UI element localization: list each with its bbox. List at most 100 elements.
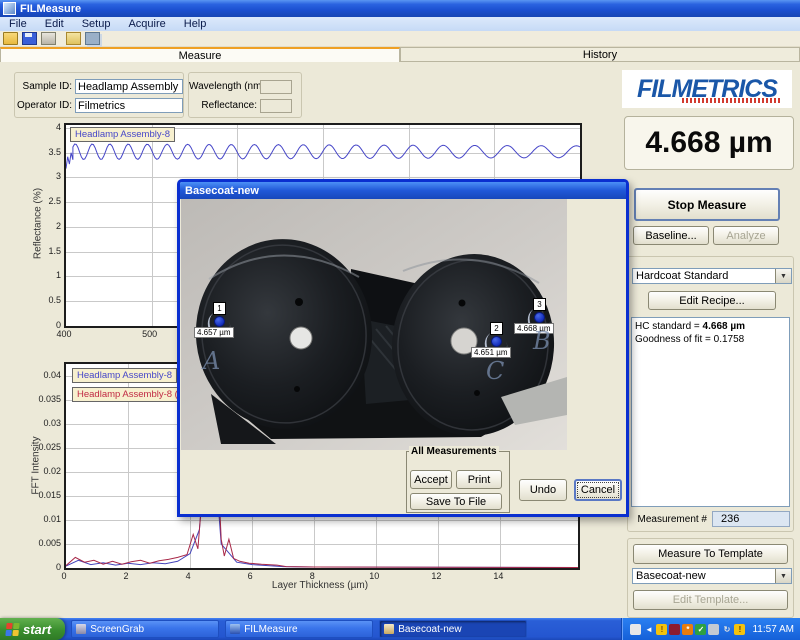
window-titlebar[interactable]: FILMeasure (0, 0, 800, 17)
all-measurements-label: All Measurements (409, 446, 499, 457)
tab-strip: Measure History (0, 47, 800, 62)
template-dropdown-arrow-icon[interactable]: ▼ (775, 569, 791, 583)
taskbar-item-screengrab[interactable]: ScreenGrab (71, 620, 219, 638)
windows-flag-icon (5, 623, 19, 636)
operator-id-input[interactable] (75, 98, 183, 113)
edit-recipe-button[interactable]: Edit Recipe... (648, 291, 776, 310)
sample-photo: 14.657 µm24.651 µm34.668 µmACB (181, 199, 567, 450)
measure-to-template-button[interactable]: Measure To Template (633, 544, 788, 564)
marker-pin-icon (491, 336, 502, 347)
tab-measure[interactable]: Measure (0, 47, 400, 62)
chevron-left-icon[interactable]: ◄ (643, 624, 654, 635)
thickness-readout: 4.668 µm (624, 116, 794, 170)
menu-file[interactable]: File (0, 18, 36, 30)
wavelength-field (260, 80, 292, 94)
operator-id-label: Operator ID: (17, 100, 75, 111)
open-icon[interactable] (3, 32, 18, 45)
baseline-button[interactable]: Baseline... (633, 226, 709, 245)
taskbar-item-basecoat-new[interactable]: Basecoat-new (379, 620, 527, 638)
template-dropdown[interactable]: Basecoat-new ▼ (632, 568, 792, 584)
fft-legend-calculated: Headlamp Assembly-8 (C (72, 387, 186, 402)
y-axis-tick-label: 0.005 (25, 538, 61, 548)
print-button[interactable]: Print (456, 470, 502, 489)
sample-id-label: Sample ID: (17, 81, 75, 92)
menu-setup[interactable]: Setup (73, 18, 120, 30)
y-axis-tick-label: 3.5 (25, 147, 61, 157)
recorder-icon[interactable] (669, 624, 680, 635)
window-title: FILMeasure (20, 3, 81, 15)
recipe-dropdown[interactable]: Hardcoat Standard ▼ (632, 268, 792, 284)
y-axis-tick-label: 0.015 (25, 490, 61, 500)
x-axis-tick-label: 0 (49, 571, 79, 581)
x-axis-tick-label: 2 (111, 571, 141, 581)
y-axis-tick-label: 0.04 (25, 370, 61, 380)
print-icon[interactable] (41, 32, 56, 45)
filmetrics-logo: FILMETRICS (622, 70, 792, 108)
x-axis-tick-label: 12 (421, 571, 451, 581)
y-axis-tick-label: 2 (25, 221, 61, 231)
dialog-body: 14.657 µm24.651 µm34.668 µmACB All Measu… (180, 199, 626, 514)
start-button[interactable]: start (0, 618, 65, 640)
system-tray: ◄! *✓ ↻! 11:57 AM (621, 618, 800, 640)
x-axis-tick-label: 8 (297, 571, 327, 581)
marker-pin-icon (214, 316, 225, 327)
marker-number: 1 (213, 302, 226, 315)
dialog-titlebar[interactable]: Basecoat-new (180, 182, 626, 199)
menu-edit[interactable]: Edit (36, 18, 73, 30)
taskbar-clock[interactable]: 11:57 AM (752, 624, 794, 635)
messenger-icon[interactable] (708, 624, 719, 635)
y-axis-tick-label: 1.5 (25, 246, 61, 256)
sync-icon[interactable]: ↻ (721, 624, 732, 635)
photo-handwritten-letter: A (203, 347, 220, 375)
y-axis-tick-label: 0.03 (25, 418, 61, 428)
save-icon[interactable] (22, 32, 37, 45)
logo-hatch-decoration (682, 98, 782, 103)
y-axis-tick-label: 4 (25, 122, 61, 132)
photo-handwritten-letter: B (533, 327, 551, 355)
y-axis-tick-label: 0.035 (25, 394, 61, 404)
sample-id-input[interactable] (75, 79, 183, 94)
x-axis-tick-label: 6 (235, 571, 265, 581)
cancel-button[interactable]: Cancel (574, 479, 622, 501)
basecoat-window-icon (384, 624, 394, 634)
recipe-dropdown-arrow-icon[interactable]: ▼ (775, 269, 791, 283)
y-axis-tick-label: 3 (25, 171, 61, 181)
update-icon[interactable]: * (682, 624, 693, 635)
accept-button[interactable]: Accept (410, 470, 452, 489)
marker-thickness-label: 4.657 µm (194, 327, 234, 338)
result-thickness-value: 4.668 µm (703, 321, 745, 332)
analyze-button[interactable]: Analyze (713, 226, 779, 245)
screen: FILMeasure File Edit Setup Acquire Help … (0, 0, 800, 640)
menu-acquire[interactable]: Acquire (119, 18, 174, 30)
report-icon[interactable] (66, 32, 81, 45)
live-readout-group: Wavelength (nm): Reflectance: (188, 72, 302, 118)
keyboard-layout-icon[interactable] (630, 624, 641, 635)
sample-info-group: Sample ID: Operator ID: (14, 72, 184, 118)
edit-template-button[interactable]: Edit Template... (633, 590, 788, 610)
x-axis-tick-label: 14 (483, 571, 513, 581)
undo-button[interactable]: Undo (519, 479, 567, 501)
taskbar: start ScreenGrab FILMeasure Basecoat-new… (0, 618, 800, 640)
capture-icon[interactable] (85, 32, 100, 45)
toolbar (0, 31, 800, 47)
taskbar-item-filmeasure[interactable]: FILMeasure (225, 620, 373, 638)
tab-history[interactable]: History (400, 47, 800, 62)
save-to-file-button[interactable]: Save To File (410, 493, 502, 510)
results-list: HC standard = 4.668 µm Goodness of fit =… (631, 317, 790, 507)
menu-bar: File Edit Setup Acquire Help (0, 17, 800, 31)
x-axis-tick-label: 4 (173, 571, 203, 581)
measurement-number-label: Measurement # (625, 514, 707, 525)
x-axis-tick-label: 400 (49, 329, 79, 339)
marker-number: 3 (533, 298, 546, 311)
fft-legend-measured: Headlamp Assembly-8 (72, 368, 177, 383)
marker-pin-icon (534, 312, 545, 323)
app-icon (3, 2, 16, 15)
security-alert-icon[interactable]: ! (656, 624, 667, 635)
menu-help[interactable]: Help (175, 18, 216, 30)
y-axis-tick-label: 2.5 (25, 196, 61, 206)
shield-icon[interactable]: ! (734, 624, 745, 635)
marker-number: 2 (490, 322, 503, 335)
antivirus-ok-icon[interactable]: ✓ (695, 624, 706, 635)
stop-measure-button[interactable]: Stop Measure (634, 188, 780, 221)
reflectance-label: Reflectance: (189, 100, 260, 111)
